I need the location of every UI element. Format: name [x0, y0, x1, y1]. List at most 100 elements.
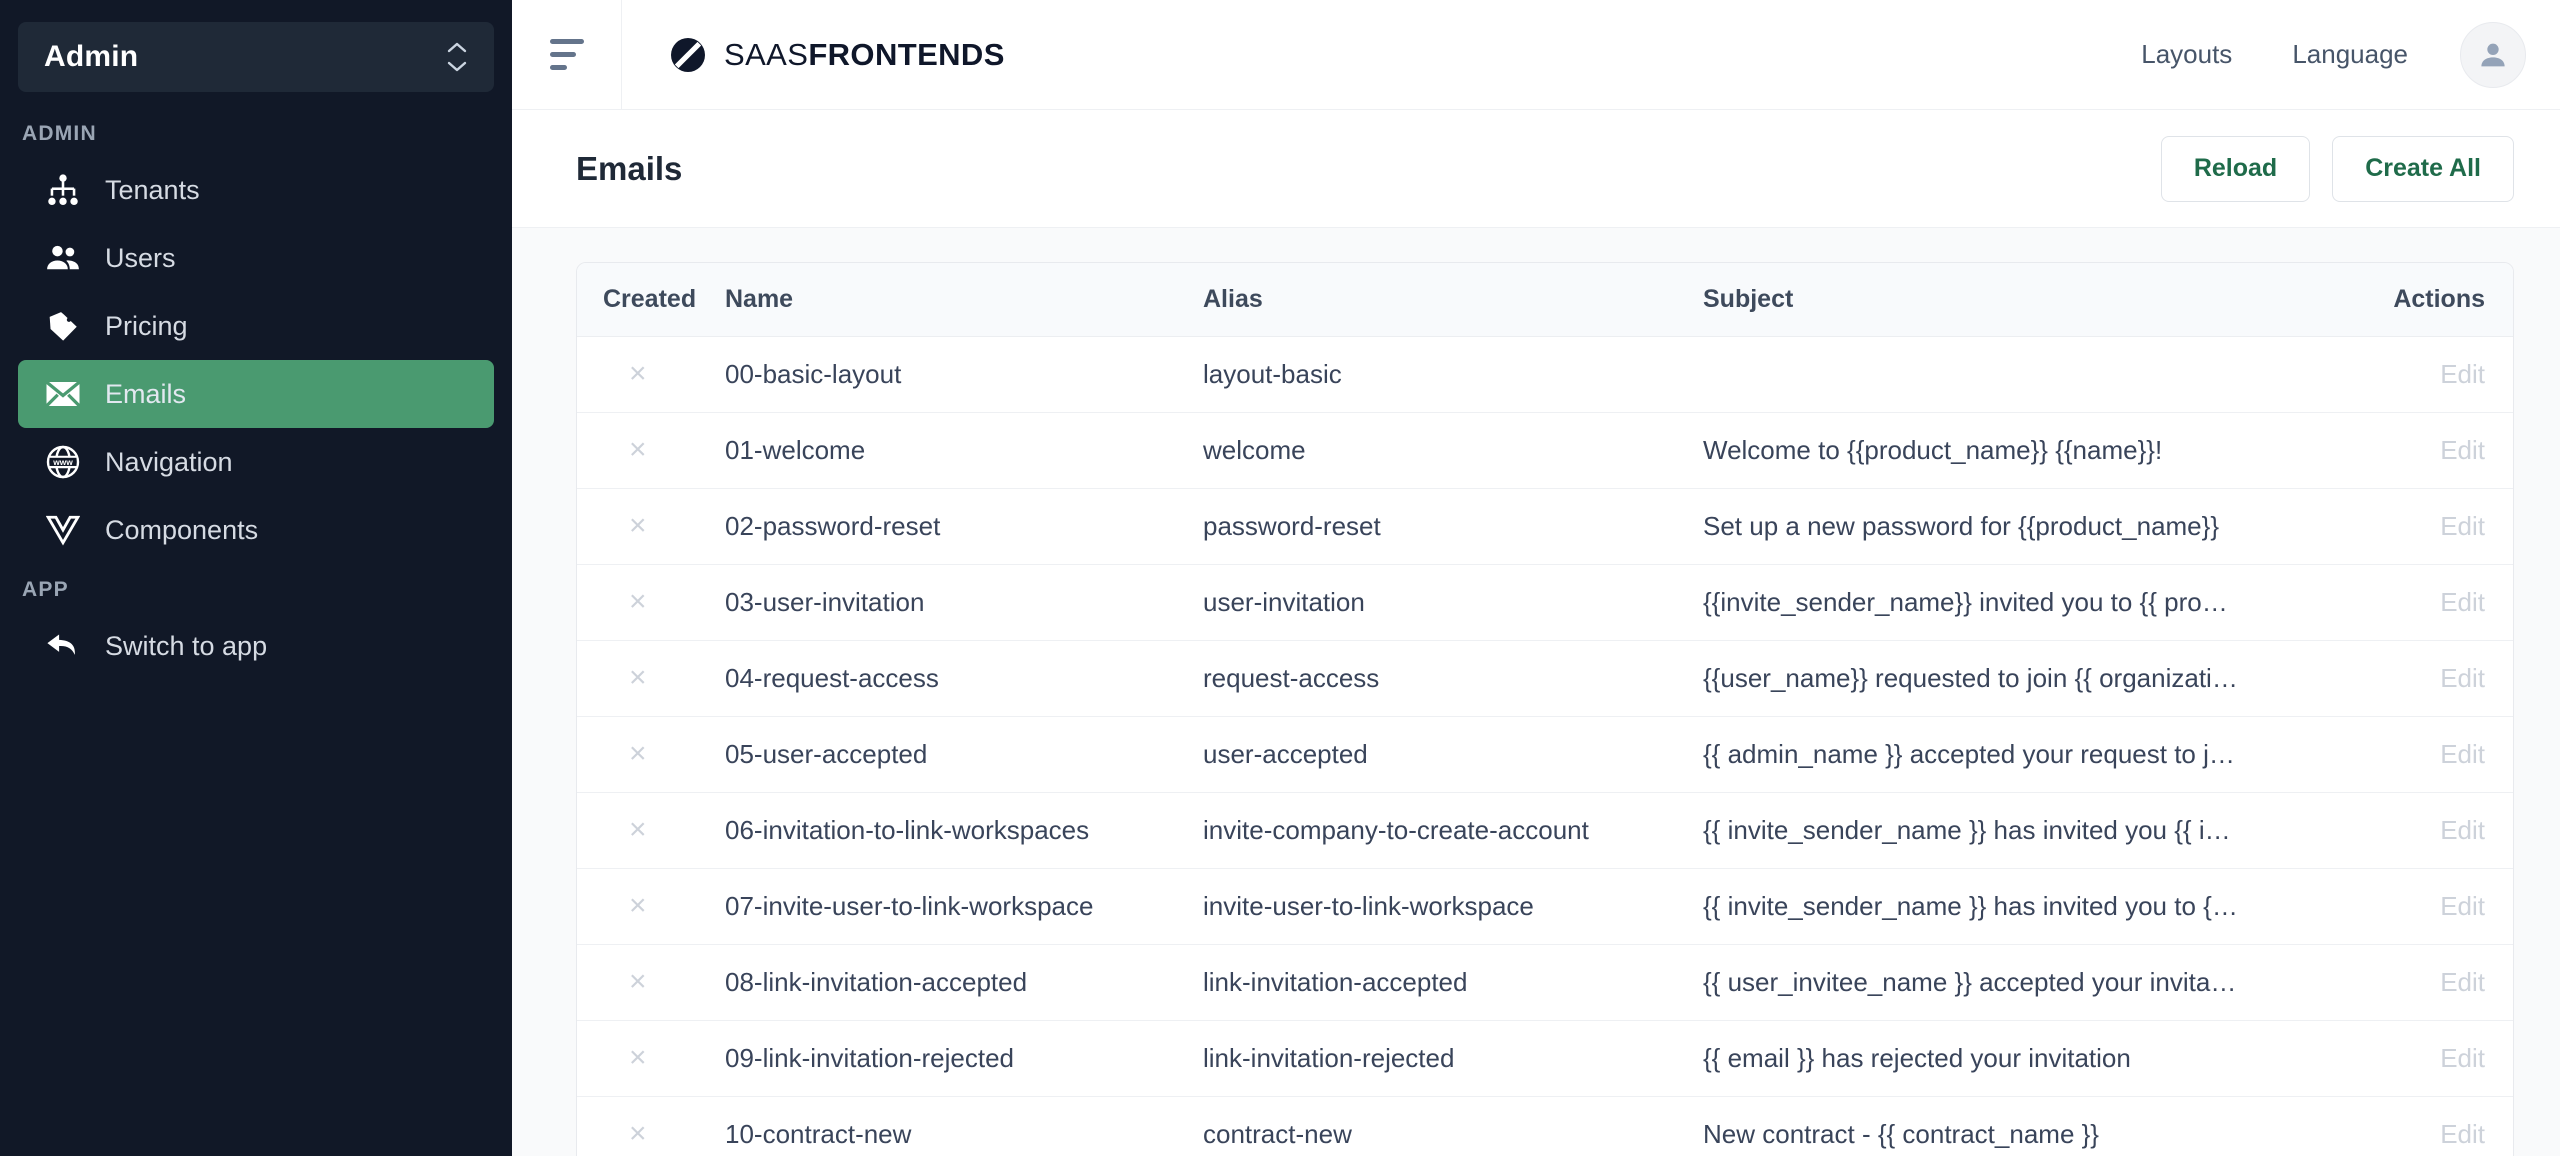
sidebar: Admin ADMIN Tenants Users Pricing Emails… — [0, 0, 512, 1156]
reload-button[interactable]: Reload — [2160, 135, 2311, 202]
envelope-icon — [42, 379, 84, 409]
table-body: × 00-basic-layout layout-basic Edit × 01-welc… — [577, 336, 2513, 1156]
cell-actions: Edit — [2363, 716, 2513, 793]
hamburger-icon[interactable] — [512, 0, 622, 110]
sidebar-item-navigation[interactable]: www Navigation — [18, 428, 494, 496]
cell-name: 09-link-invitation-rejected — [725, 1020, 1203, 1097]
x-icon: × — [577, 1097, 725, 1156]
avatar[interactable] — [2460, 21, 2526, 88]
chevron-up-down-icon — [446, 41, 468, 73]
edit-link[interactable]: Edit — [2440, 967, 2485, 997]
sidebar-item-components[interactable]: Components — [18, 496, 494, 564]
x-icon: × — [577, 564, 725, 641]
table-row: × 01-welcome welcome Welcome to {{product_n… — [577, 412, 2513, 489]
x-icon: × — [577, 792, 725, 869]
top-header: SAASFRONTENDS Layouts Language — [512, 0, 2560, 110]
edit-link[interactable]: Edit — [2440, 663, 2485, 693]
x-icon-glyph: × — [629, 585, 647, 618]
page-content: Created Name Alias Subject Actions × 00-b… — [512, 228, 2560, 1156]
sidebar-item-label: Components — [105, 514, 259, 545]
top-nav: Layouts Language — [2111, 21, 2560, 88]
x-icon: × — [577, 488, 725, 565]
sidebar-item-tenants[interactable]: Tenants — [18, 156, 494, 224]
top-link-layouts[interactable]: Layouts — [2111, 39, 2262, 70]
edit-link[interactable]: Edit — [2440, 587, 2485, 617]
www-globe-icon: www — [42, 444, 84, 480]
edit-link[interactable]: Edit — [2440, 1043, 2485, 1073]
main-area: SAASFRONTENDS Layouts Language Emails Re… — [512, 0, 2560, 1156]
sidebar-item-switch-to-app[interactable]: Switch to app — [18, 612, 494, 680]
cell-name: 03-user-invitation — [725, 564, 1203, 641]
cell-name: 02-password-reset — [725, 488, 1203, 565]
sidebar-item-pricing[interactable]: Pricing — [18, 292, 494, 360]
sidebar-item-label: Users — [105, 242, 176, 273]
x-icon: × — [577, 412, 725, 489]
cell-alias: invite-user-to-link-workspace — [1203, 868, 1703, 945]
page-actions: Reload Create All — [2160, 135, 2514, 202]
x-icon-glyph: × — [629, 813, 647, 846]
cell-alias: contract-new — [1203, 1119, 1352, 1149]
tenant-selector[interactable]: Admin — [18, 22, 494, 92]
column-header-name: Name — [725, 263, 1203, 337]
cell-name: 05-user-accepted — [725, 716, 1203, 793]
brand-text: SAASFRONTENDS — [724, 37, 1005, 73]
edit-link[interactable]: Edit — [2440, 435, 2485, 465]
cell-name: 04-request-access — [725, 640, 1203, 717]
cell-name: 07-invite-user-to-link-workspace — [725, 868, 1203, 945]
cell-alias: invite-company-to-create-account — [1203, 792, 1703, 869]
cell-alias: user-invitation — [1203, 564, 1703, 641]
cell-subject: Welcome to {{product_name}} {{name}}! — [1703, 412, 2363, 489]
svg-text:www: www — [52, 457, 73, 467]
cell-subject: {{invite_sender_name}} invited you to {{… — [1703, 564, 2363, 641]
column-header-alias: Alias — [1203, 263, 1703, 337]
edit-link[interactable]: Edit — [2440, 815, 2485, 845]
x-icon: × — [577, 336, 725, 413]
x-icon-glyph: × — [629, 661, 647, 694]
emails-table: Created Name Alias Subject Actions × 00-b… — [577, 263, 2513, 1156]
table-row: × 10-contract-new contract-new New contract… — [577, 1097, 2513, 1156]
sidebar-item-label: Switch to app — [105, 630, 268, 661]
table-row: × 09-link-invitation-rejected link-invitat… — [577, 1020, 2513, 1097]
cell-actions: Edit — [2363, 792, 2513, 869]
x-icon: × — [577, 868, 725, 945]
edit-link[interactable]: Edit — [2440, 1119, 2485, 1149]
sidebar-section-title-admin: ADMIN — [22, 122, 97, 145]
x-icon-glyph: × — [629, 357, 647, 390]
cell-alias: user-accepted — [1203, 716, 1703, 793]
cell-alias: request-access — [1203, 640, 1703, 717]
x-icon-glyph: × — [629, 433, 647, 466]
cell-actions: Edit — [2363, 868, 2513, 945]
create-all-button[interactable]: Create All — [2332, 135, 2514, 202]
table-row: × 05-user-accepted user-accepted{{ admin_n… — [577, 716, 2513, 793]
x-icon-glyph: × — [629, 965, 647, 998]
x-icon: × — [577, 1020, 725, 1097]
page-title: Emails — [576, 149, 683, 187]
hamburger-bar — [549, 52, 576, 57]
table-row: × 03-user-invitation user-invitation {{invi… — [577, 564, 2513, 641]
x-icon-glyph: × — [629, 889, 647, 922]
edit-link[interactable]: Edit — [2440, 739, 2485, 769]
table-row: × 06-invitation-to-link-workspaces invite-… — [577, 792, 2513, 869]
x-icon: × — [577, 640, 725, 717]
table-row: × 04-request-access request-access {{user_n… — [577, 640, 2513, 717]
column-header-actions: Actions — [2363, 263, 2513, 337]
column-header-created: Created — [577, 263, 725, 337]
tenant-selector-label: Admin — [44, 40, 139, 73]
hamburger-bars — [549, 39, 584, 70]
edit-link[interactable]: Edit — [2440, 511, 2485, 541]
users-icon — [42, 240, 84, 276]
brand-logo[interactable]: SAASFRONTENDS — [668, 35, 1005, 75]
edit-link[interactable]: Edit — [2440, 359, 2485, 389]
sidebar-item-users[interactable]: Users — [18, 224, 494, 292]
cell-actions: Edit — [2363, 336, 2513, 413]
column-header-subject: Subject — [1703, 263, 2363, 337]
sidebar-item-label: Tenants — [105, 174, 200, 205]
cell-name: 08-link-invitation-accepted — [725, 944, 1203, 1021]
edit-link[interactable]: Edit — [2440, 891, 2485, 921]
top-link-language[interactable]: Language — [2262, 39, 2438, 70]
table-header-row: Created Name Alias Subject Actions — [577, 263, 2513, 337]
cell-alias: welcome — [1203, 412, 1703, 489]
cell-alias: link-invitation-accepted — [1203, 944, 1703, 1021]
emails-table-card: Created Name Alias Subject Actions × 00-b… — [576, 262, 2514, 1156]
sidebar-item-emails[interactable]: Emails — [18, 360, 494, 428]
